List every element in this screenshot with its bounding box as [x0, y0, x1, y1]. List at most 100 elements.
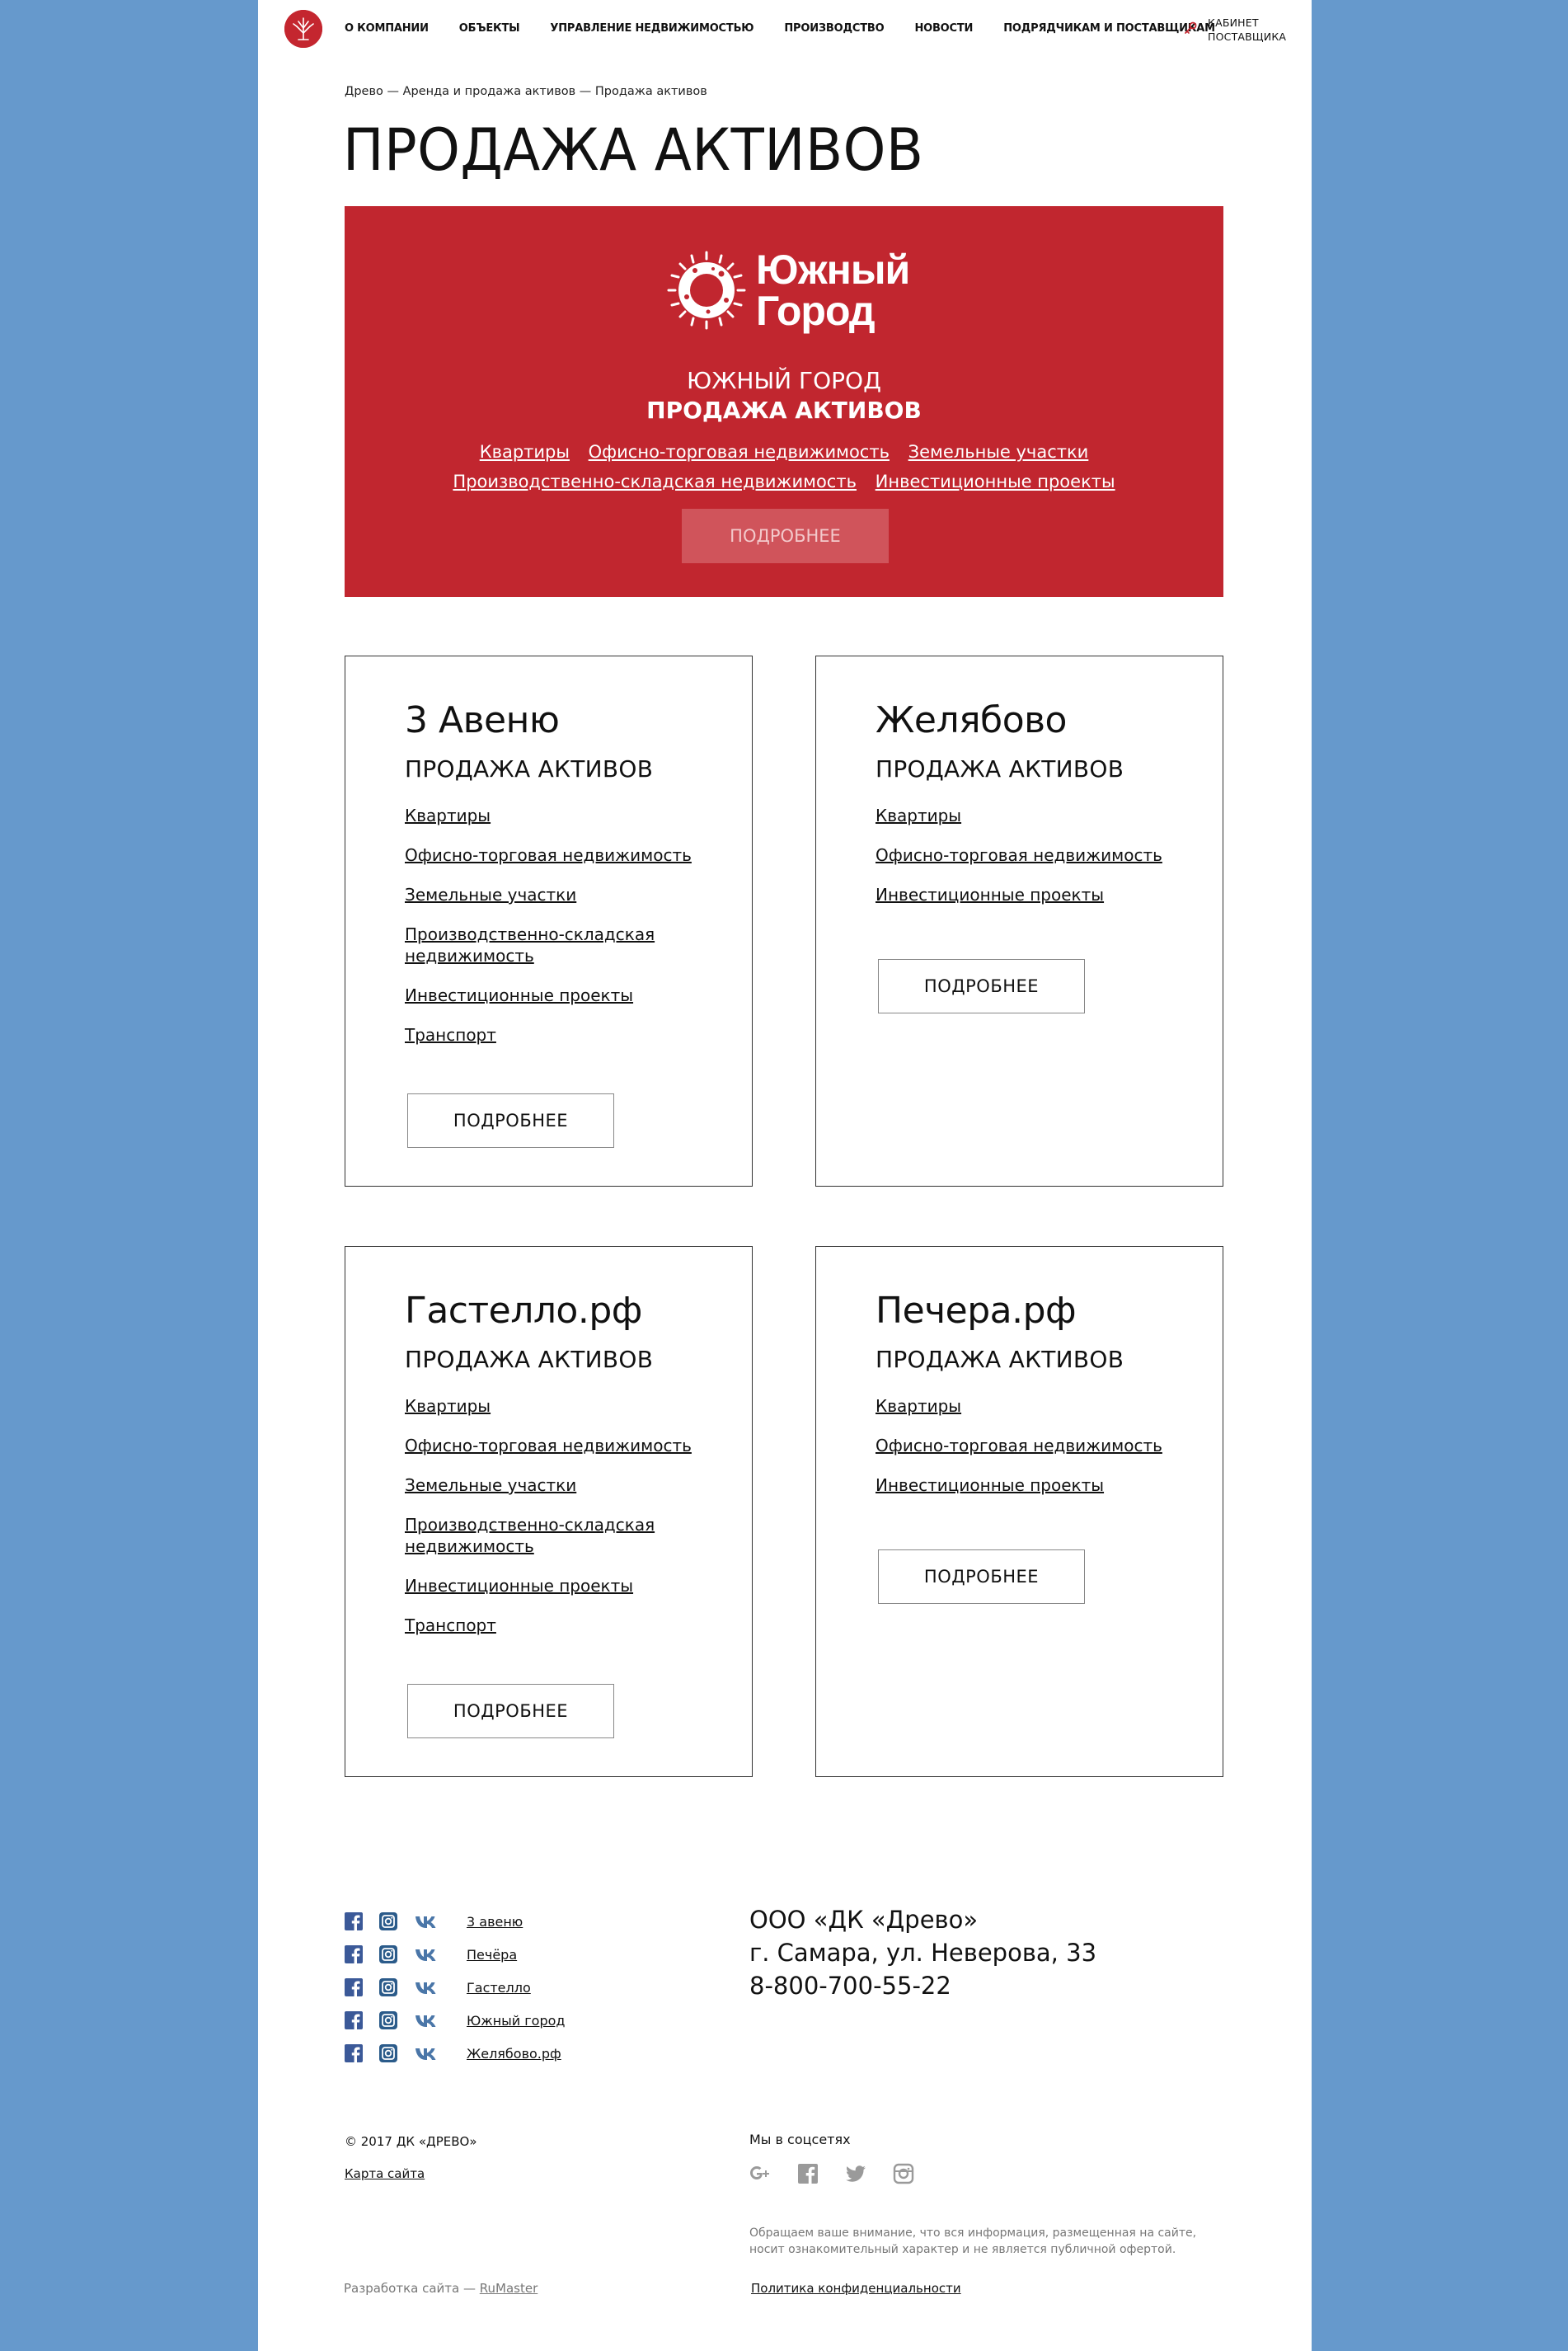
sunburst-icon — [667, 251, 746, 330]
footer-project-link-gastello[interactable]: Гастелло — [467, 1980, 531, 1996]
project-card-gastello: Гастелло.рф ПРОДАЖА АКТИВОВ Квартиры Офи… — [345, 1246, 753, 1777]
card-link-apartments[interactable]: Квартиры — [405, 805, 718, 826]
card-link-transport[interactable]: Транспорт — [405, 1024, 718, 1046]
card-more-button[interactable]: ПОДРОБНЕЕ — [407, 1684, 614, 1738]
card-link-industrial[interactable]: Производственно-складская недвижимость — [405, 924, 718, 966]
card-links: Квартиры Офисно-торговая недвижимость Зе… — [405, 805, 718, 1064]
footer-developer-link[interactable]: RuMaster — [480, 2281, 538, 2296]
banner-links-row2: Производственно-складская недвижимость И… — [345, 467, 1223, 496]
card-link-investment[interactable]: Инвестиционные проекты — [405, 985, 718, 1006]
card-more-button[interactable]: ПОДРОБНЕЕ — [878, 1549, 1085, 1604]
instagram-icon[interactable] — [379, 1945, 397, 1963]
footer-project-link-3-avenue[interactable]: 3 авеню — [467, 1914, 523, 1930]
page: О КОМПАНИИ ОБЪЕКТЫ УПРАВЛЕНИЕ НЕДВИЖИМОС… — [258, 0, 1312, 2351]
vk-icon[interactable] — [414, 2044, 440, 2062]
card-link-apartments[interactable]: Квартиры — [876, 805, 1189, 826]
project-card-3-avenue: 3 Авеню ПРОДАЖА АКТИВОВ Квартиры Офисно-… — [345, 656, 753, 1187]
footer-project-link-zhelyabovo[interactable]: Желябово.рф — [467, 2046, 561, 2062]
card-link-apartments[interactable]: Квартиры — [876, 1395, 1189, 1417]
card-title: Гастелло.рф — [405, 1290, 642, 1332]
facebook-icon[interactable] — [345, 1978, 363, 1996]
card-link-investment[interactable]: Инвестиционные проекты — [876, 1474, 1189, 1496]
instagram-icon[interactable] — [379, 2011, 397, 2029]
card-more-button[interactable]: ПОДРОБНЕЕ — [407, 1093, 614, 1148]
card-link-office-retail[interactable]: Офисно-торговая недвижимость — [876, 844, 1189, 866]
instagram-icon[interactable] — [379, 1978, 397, 1996]
banner-link-land[interactable]: Земельные участки — [908, 442, 1089, 462]
banner-link-industrial[interactable]: Производственно-складская недвижимость — [453, 472, 857, 491]
footer-privacy-link[interactable]: Политика конфиденциальности — [751, 2281, 961, 2296]
card-subtitle: ПРОДАЖА АКТИВОВ — [405, 755, 654, 783]
featured-banner: Южный Город ЮЖНЫЙ ГОРОД ПРОДАЖА АКТИВОВ … — [345, 206, 1223, 597]
footer-company-info: ООО «ДК «Древо» г. Самара, ул. Неверова,… — [749, 1903, 1096, 2002]
vk-icon[interactable] — [414, 1978, 440, 1996]
cabinet-label: КАБИНЕТ ПОСТАВЩИКА — [1208, 16, 1298, 44]
card-more-button[interactable]: ПОДРОБНЕЕ — [878, 959, 1085, 1013]
footer-company-name: ООО «ДК «Древо» — [749, 1906, 979, 1934]
instagram-icon[interactable] — [893, 2163, 914, 2184]
footer-developer-prefix: Разработка сайта — — [344, 2281, 480, 2296]
footer-company-phone[interactable]: 8-800-700-55-22 — [749, 1969, 1096, 2002]
banner-more-button[interactable]: ПОДРОБНЕЕ — [682, 509, 889, 563]
card-link-transport[interactable]: Транспорт — [405, 1615, 718, 1636]
card-link-apartments[interactable]: Квартиры — [405, 1395, 718, 1417]
card-title: 3 Авеню — [405, 699, 560, 741]
nav-item-objects[interactable]: ОБЪЕКТЫ — [459, 22, 520, 35]
key-icon — [1185, 21, 1197, 34]
banner-link-investment[interactable]: Инвестиционные проекты — [876, 472, 1115, 491]
card-link-investment[interactable]: Инвестиционные проекты — [405, 1575, 718, 1596]
nav-item-company[interactable]: О КОМПАНИИ — [345, 22, 429, 35]
footer-developer: Разработка сайта — RuMaster — [344, 2281, 538, 2296]
project-card-zhelyabovo: Желябово ПРОДАЖА АКТИВОВ Квартиры Офисно… — [815, 656, 1223, 1187]
banner-logo-line1: Южный — [756, 247, 910, 293]
card-title: Желябово — [876, 699, 1067, 741]
facebook-icon[interactable] — [345, 1945, 363, 1963]
nav-item-production[interactable]: ПРОИЗВОДСТВО — [784, 22, 884, 35]
card-link-office-retail[interactable]: Офисно-торговая недвижимость — [876, 1435, 1189, 1456]
instagram-icon[interactable] — [379, 2044, 397, 2062]
footer-social-title: Мы в соцсетях — [749, 2132, 851, 2147]
banner-link-office-retail[interactable]: Офисно-торговая недвижимость — [589, 442, 890, 462]
vk-icon[interactable] — [414, 1912, 440, 1930]
facebook-icon[interactable] — [797, 2163, 819, 2184]
card-link-land[interactable]: Земельные участки — [405, 1474, 718, 1496]
facebook-icon[interactable] — [345, 1912, 363, 1930]
page-title: ПРОДАЖА АКТИВОВ — [343, 116, 924, 184]
banner-logo-line2: Город — [756, 288, 876, 334]
banner-links: Квартиры Офисно-торговая недвижимость Зе… — [345, 437, 1223, 496]
card-link-industrial[interactable]: Производственно-складская недвижимость — [405, 1514, 718, 1557]
card-link-land[interactable]: Земельные участки — [405, 884, 718, 905]
main-nav: О КОМПАНИИ ОБЪЕКТЫ УПРАВЛЕНИЕ НЕДВИЖИМОС… — [345, 22, 1215, 35]
cabinet-label-line1: КАБИНЕТ — [1208, 16, 1259, 29]
card-subtitle: ПРОДАЖА АКТИВОВ — [405, 1346, 654, 1373]
card-link-office-retail[interactable]: Офисно-торговая недвижимость — [405, 1435, 718, 1456]
nav-item-news[interactable]: НОВОСТИ — [914, 22, 973, 35]
nav-item-property-management[interactable]: УПРАВЛЕНИЕ НЕДВИЖИМОСТЬЮ — [550, 22, 753, 35]
footer-project-link-pechera[interactable]: Печёра — [467, 1947, 517, 1963]
drevo-logo[interactable] — [284, 10, 322, 48]
banner-link-apartments[interactable]: Квартиры — [480, 442, 570, 462]
footer-disclaimer: Обращаем ваше внимание, что вся информац… — [749, 2226, 1197, 2256]
twitter-icon[interactable] — [845, 2163, 866, 2184]
tree-icon — [284, 10, 322, 48]
card-links: Квартиры Офисно-торговая недвижимость Ин… — [876, 805, 1189, 924]
facebook-icon[interactable] — [345, 2044, 363, 2062]
vk-icon[interactable] — [414, 2011, 440, 2029]
banner-subtitle-line1: ЮЖНЫЙ ГОРОД — [687, 367, 881, 394]
card-link-office-retail[interactable]: Офисно-торговая недвижимость — [405, 844, 718, 866]
google-plus-icon[interactable] — [749, 2163, 771, 2184]
card-title: Печера.рф — [876, 1290, 1077, 1332]
facebook-icon[interactable] — [345, 2011, 363, 2029]
breadcrumb[interactable]: Древо — Аренда и продажа активов — Прода… — [345, 85, 707, 98]
footer-sitemap-link[interactable]: Карта сайта — [345, 2166, 425, 2181]
footer-social-icons — [749, 2163, 914, 2184]
supplier-cabinet-link[interactable]: КАБИНЕТ ПОСТАВЩИКА — [1183, 16, 1298, 44]
banner-logo-wordmark: Южный Город — [756, 247, 910, 334]
card-link-investment[interactable]: Инвестиционные проекты — [876, 884, 1189, 905]
instagram-icon[interactable] — [379, 1912, 397, 1930]
footer-copyright: © 2017 ДК «ДРЕВО» — [345, 2134, 477, 2149]
footer-project-socials: 3 авеню Печёра Гастелло Южный город Желя… — [345, 1905, 565, 2070]
footer-project-link-yuzhny-gorod[interactable]: Южный город — [467, 2013, 565, 2029]
vk-icon[interactable] — [414, 1945, 440, 1963]
footer-project-row: 3 авеню — [345, 1905, 565, 1938]
